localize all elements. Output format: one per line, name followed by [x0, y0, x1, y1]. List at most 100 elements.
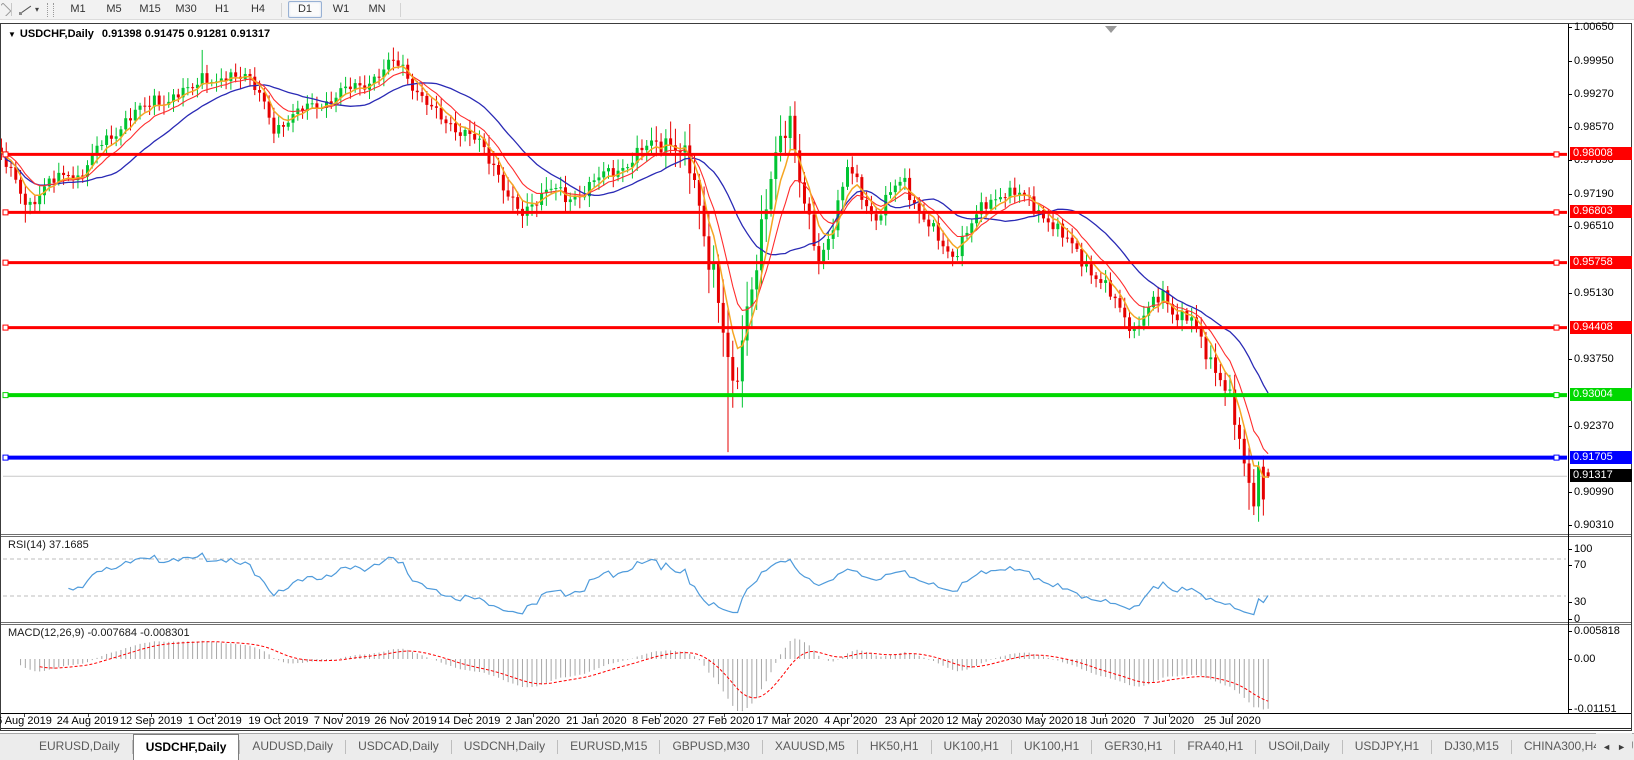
axis-tick: [1568, 27, 1572, 29]
toolbar-separator: [400, 2, 402, 17]
timeframe-button-mn[interactable]: MN: [360, 1, 394, 18]
rsi-tick-label: 100: [1574, 543, 1593, 555]
chart-tab-fra40-h1[interactable]: FRA40,H1: [1175, 734, 1255, 760]
chart-shift-marker-icon[interactable]: [1105, 26, 1117, 33]
macd-histogram: [20, 638, 1269, 712]
level-handle[interactable]: [1553, 454, 1560, 461]
chart-tab-uk100-h1[interactable]: UK100,H1: [932, 734, 1011, 760]
date-tick-label: 25 Jul 2020: [1203, 715, 1261, 727]
chart-tab-usdjpy-h1[interactable]: USDJPY,H1: [1343, 734, 1431, 760]
chart-tab-usdcnh-daily[interactable]: USDCNH,Daily: [452, 734, 557, 760]
price-tick-label: 0.90990: [1574, 485, 1614, 498]
timeframe-button-h4[interactable]: H4: [241, 1, 275, 18]
date-tick-label: 26 Nov 2019: [374, 715, 437, 727]
timeframe-buttons: M1 M5 M15 M30 H1 H4 D1 W1 MN: [60, 1, 406, 18]
chart-tab-xauusd-m5[interactable]: XAUUSD,M5: [763, 734, 857, 760]
level-handle[interactable]: [1553, 259, 1560, 266]
panel-separator[interactable]: [1, 622, 1631, 625]
chart-title: ▼ USDCHF,Daily 0.91398 0.91475 0.91281 0.9…: [8, 28, 270, 40]
level-handle[interactable]: [2, 454, 9, 461]
level-handle[interactable]: [1553, 151, 1560, 158]
macd-label: MACD(12,26,9) -0.007684 -0.008301: [8, 627, 190, 639]
timeframe-button-m15[interactable]: M15: [133, 1, 167, 18]
macd-panel-canvas[interactable]: [1, 625, 1568, 713]
collapse-triangle-icon[interactable]: ▼: [8, 30, 16, 39]
rsi-tick-label: 30: [1574, 596, 1587, 608]
trendline-tool-icon[interactable]: [18, 3, 33, 16]
rsi-line: [68, 552, 1269, 616]
toolbar-grip[interactable]: [47, 2, 55, 17]
ma-slow-line: [1, 82, 1269, 394]
chart-tab-hk50-h1[interactable]: HK50,H1: [858, 734, 931, 760]
chart-ohlc-values: 0.91398 0.91475 0.91281 0.91317: [101, 28, 271, 40]
level-price-badge[interactable]: 0.96803: [1570, 205, 1632, 219]
price-tick-label: 0.93750: [1574, 353, 1614, 366]
date-tick-label: 19 Oct 2019: [248, 715, 309, 727]
date-tick-label: 4 Apr 2020: [824, 715, 878, 727]
chart-tab-eurusd-m15[interactable]: EURUSD,M15: [558, 734, 659, 760]
chart-tab-eurusd-daily[interactable]: EURUSD,Daily: [27, 734, 132, 760]
macd-tick-label: 0.005818: [1574, 625, 1620, 637]
level-handle[interactable]: [2, 259, 9, 266]
level-handle[interactable]: [1553, 324, 1560, 331]
axis-tick: [1568, 93, 1572, 95]
chart-tab-uk100-h1[interactable]: UK100,H1: [1012, 734, 1091, 760]
level-handle[interactable]: [2, 392, 9, 399]
chart-tab-usoil-daily[interactable]: USOil,Daily: [1256, 734, 1341, 760]
price-tick-label: 0.99950: [1574, 55, 1614, 67]
chart-tab-dj30-m15[interactable]: DJ30,M15: [1432, 734, 1511, 760]
tabbar-spacer: [0, 734, 27, 760]
date-tick-label: 12 May 2020: [946, 715, 1010, 727]
price-tick-label: 0.90310: [1574, 518, 1614, 531]
tab-scroll-left-icon[interactable]: ◄: [1602, 742, 1611, 752]
level-price-badge[interactable]: 0.95758: [1570, 255, 1632, 269]
axis-tick: [1568, 226, 1572, 228]
axis-tick: [1568, 292, 1572, 294]
level-price-badge[interactable]: 0.93004: [1570, 388, 1632, 402]
rsi-tick-label: 70: [1574, 559, 1587, 571]
price-tick-label: 0.98570: [1574, 121, 1614, 134]
level-handle[interactable]: [1553, 392, 1560, 399]
level-handle[interactable]: [2, 151, 9, 158]
date-tick-label: 14 Dec 2019: [437, 715, 501, 727]
main-chart-canvas[interactable]: [1, 24, 1568, 535]
timeframe-button-m5[interactable]: M5: [97, 1, 131, 18]
timeframe-button-h1[interactable]: H1: [205, 1, 239, 18]
price-tick-label: 0.99270: [1574, 87, 1614, 100]
date-tick-label: 12 Sep 2019: [119, 715, 183, 727]
timeframe-button-m1[interactable]: M1: [61, 1, 95, 18]
ma-fast-line: [1, 65, 1269, 478]
level-handle[interactable]: [2, 209, 9, 216]
rsi-panel-canvas[interactable]: [1, 537, 1568, 622]
panel-separator[interactable]: [1, 534, 1631, 537]
timeframe-button-w1[interactable]: W1: [324, 1, 358, 18]
chart-tab-usdchf-daily[interactable]: USDCHF,Daily: [132, 734, 240, 760]
date-tick-label: 30 May 2020: [1009, 715, 1074, 727]
chart-tab-gbpusd-m30[interactable]: GBPUSD,M30: [660, 734, 761, 760]
current-price-badge: 0.91317: [1570, 469, 1632, 483]
price-tick-label: 1.00650: [1574, 21, 1614, 34]
chart-tab-usdcad-daily[interactable]: USDCAD,Daily: [346, 734, 451, 760]
date-tick-label: 6 Aug 2019: [0, 715, 52, 727]
date-tick-label: 23 Apr 2020: [884, 715, 945, 727]
level-handle[interactable]: [1553, 209, 1560, 216]
time-axis-line: [1, 713, 1631, 714]
date-tick-label: 7 Nov 2019: [313, 715, 371, 727]
date-tick-label: 18 Jun 2020: [1074, 715, 1136, 727]
chart-tab-audusd-daily[interactable]: AUDUSD,Daily: [240, 734, 345, 760]
toolbar-overflow-icon: [1, 3, 12, 16]
macd-tick-label: 0.00: [1574, 653, 1596, 665]
macd-tick-label: -0.01151: [1574, 703, 1617, 715]
level-handle[interactable]: [2, 324, 9, 331]
chart-tab-ger30-h1[interactable]: GER30,H1: [1092, 734, 1174, 760]
dropdown-caret-icon[interactable]: ▾: [35, 5, 39, 14]
level-price-badge[interactable]: 0.94408: [1570, 320, 1632, 334]
tab-scroll-right-icon[interactable]: ►: [1617, 742, 1626, 752]
timeframe-button-m30[interactable]: M30: [169, 1, 203, 18]
axis-tick: [1568, 193, 1572, 195]
level-price-badge[interactable]: 0.91705: [1570, 450, 1632, 464]
axis-tick: [1568, 127, 1572, 129]
level-price-badge[interactable]: 0.98008: [1570, 147, 1632, 161]
timeframe-button-d1[interactable]: D1: [288, 1, 323, 18]
chart-window: ▼ USDCHF,Daily 0.91398 0.91475 0.91281 0.9…: [0, 21, 1632, 731]
